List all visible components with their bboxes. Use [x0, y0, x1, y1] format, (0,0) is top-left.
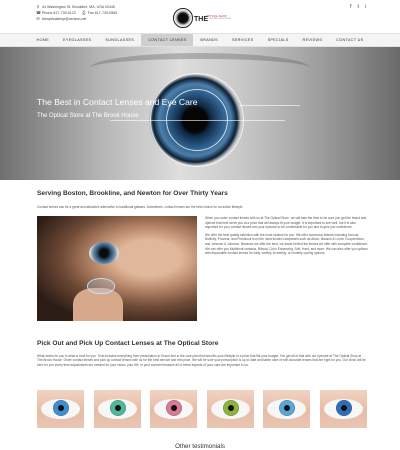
lens-color-photo	[37, 390, 84, 428]
logo-eye-icon	[173, 8, 193, 28]
nav-item-sunglasses[interactable]: SUNGLASSES	[98, 34, 141, 46]
main-nav: HOME EYEGLASSES SUNGLASSES CONTACT LENSE…	[0, 33, 400, 47]
fax-text: Fax 617-739-0565	[87, 11, 118, 15]
lens-color-photo	[93, 390, 141, 428]
fax-icon: ⎙	[82, 10, 86, 15]
email-icon: ✉	[36, 16, 40, 21]
top-bar: ⚲ 44 Washington St. Brookline, MA, USA 0…	[0, 0, 400, 33]
nav-item-specials[interactable]: SPECIALS	[261, 34, 296, 46]
hero-title: The Best in Contact Lenses and Eye Care	[37, 97, 198, 107]
section-intro: Contact lenses can be a great and attrac…	[37, 205, 244, 209]
nav-item-reviews[interactable]: REVIEWS	[296, 34, 330, 46]
lens-color-photo	[150, 390, 198, 428]
email-row[interactable]: ✉ theopticalshop@verizon.net	[36, 16, 117, 22]
lens-color-photo	[319, 390, 367, 428]
hero-subtitle: The Optical Store at The Brook House	[37, 113, 139, 119]
fax-item: ⎙ Fax 617-739-0565	[82, 10, 117, 16]
logo-subtitle: AT THE BROOK HOUSE	[206, 17, 231, 20]
hero-banner: The Best in Contact Lenses and Eye Care …	[0, 47, 400, 180]
facebook-icon[interactable]: f	[350, 4, 351, 10]
section-body: When you order contact lenses with us at…	[205, 216, 368, 259]
logo-text: THE OPTICAL SHOP AT THE BROOK HOUSE	[194, 14, 231, 23]
lens-color-gallery	[37, 390, 367, 428]
lens-color-photo	[206, 390, 254, 428]
map-pin-icon: ⚲	[36, 4, 40, 9]
photo-lens	[87, 278, 115, 294]
section-title-pick-up: Pick Out and Pick Up Contact Lenses at T…	[37, 340, 219, 347]
nav-item-brands[interactable]: BRANDS	[193, 34, 225, 46]
site-logo[interactable]: THE OPTICAL SHOP AT THE BROOK HOUSE	[173, 6, 233, 30]
email-link[interactable]: theopticalshop@verizon.net	[42, 16, 86, 22]
social-links: f t i	[350, 4, 366, 10]
lens-color-photo	[263, 390, 311, 428]
eye-pupil	[340, 405, 347, 411]
contact-info: ⚲ 44 Washington St. Brookline, MA, USA 0…	[36, 4, 117, 22]
body-paragraph: When you order contact lenses with us at…	[205, 216, 367, 230]
instagram-icon[interactable]: i	[365, 4, 366, 10]
other-testimonials-heading: Other testimonials	[175, 443, 225, 450]
nav-item-eyeglasses[interactable]: EYEGLASSES	[56, 34, 98, 46]
body-paragraph: We offer the best quality selection with…	[205, 232, 368, 256]
eye-pupil	[227, 405, 234, 411]
section-title-serving: Serving Boston, Brookline, and Newton fo…	[37, 190, 228, 197]
photo-eye	[89, 242, 119, 264]
hero-scan-line	[110, 120, 285, 121]
hero-scan-line	[240, 105, 300, 106]
contact-lens-photo	[37, 216, 197, 321]
nav-item-home[interactable]: HOME	[29, 34, 56, 46]
eye-pupil	[58, 405, 64, 411]
eye-pupil	[114, 405, 121, 411]
section-body: What works for you is what is best for y…	[37, 354, 366, 367]
twitter-icon[interactable]: t	[357, 4, 358, 10]
nav-item-services[interactable]: SERVICES	[225, 34, 261, 46]
nav-item-contact-us[interactable]: CONTACT US	[329, 34, 370, 46]
phone-icon: ☎	[36, 10, 41, 15]
nav-item-contact-lenses[interactable]: CONTACT LENSES	[141, 34, 194, 46]
